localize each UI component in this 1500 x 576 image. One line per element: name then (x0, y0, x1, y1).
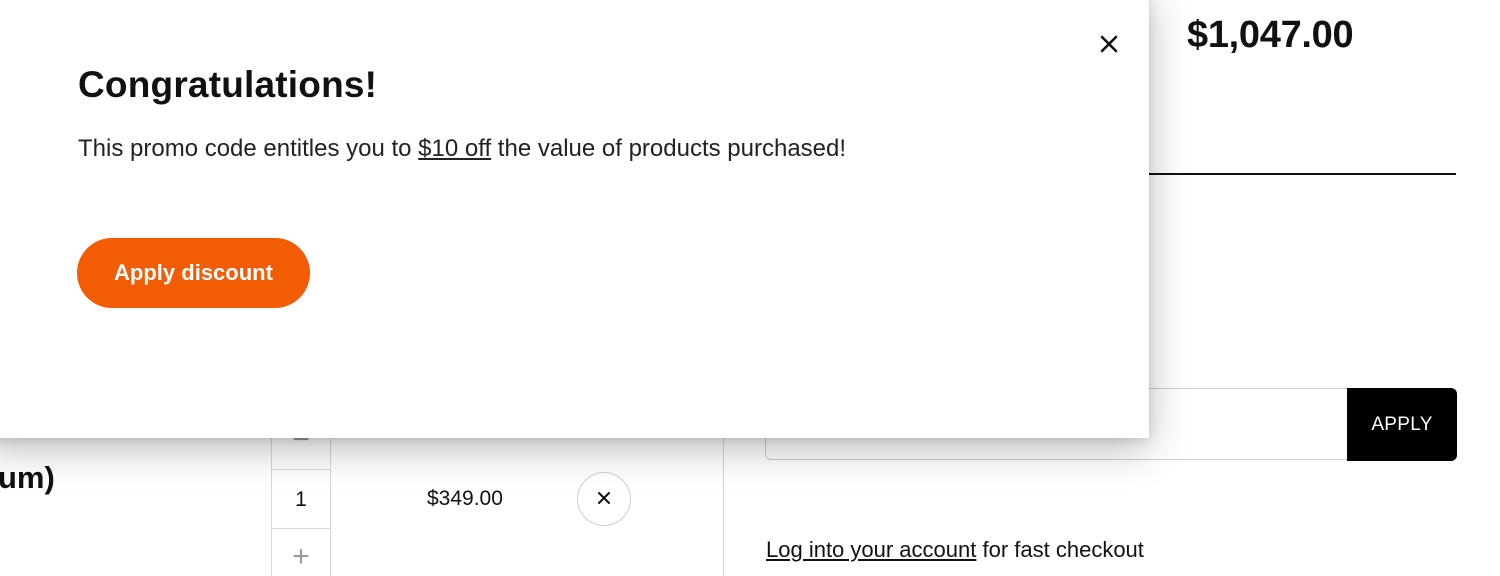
close-icon (1099, 34, 1119, 57)
quantity-value[interactable]: 1 (272, 470, 330, 529)
message-after: the value of products purchased! (491, 135, 847, 162)
cart-page: $1,047.00 APPLY Log into your account fo… (0, 0, 1500, 576)
apply-discount-button[interactable]: Apply discount (77, 238, 310, 308)
login-suffix: for fast checkout (976, 537, 1144, 562)
quantity-increase-button[interactable]: + (272, 529, 330, 576)
remove-item-button[interactable] (577, 472, 631, 526)
login-link[interactable]: Log into your account (766, 537, 976, 562)
total-divider (1148, 173, 1456, 175)
message-before: This promo code entitles you to (78, 135, 419, 162)
modal-title: Congratulations! (78, 64, 378, 105)
product-name: um) (0, 460, 55, 495)
apply-promo-button[interactable]: APPLY (1347, 388, 1457, 461)
item-price: $349.00 (427, 487, 503, 510)
modal-message: This promo code entitles you to $10 off … (78, 135, 846, 163)
close-icon (596, 490, 612, 509)
promo-modal: Congratulations! This promo code entitle… (0, 0, 1149, 438)
login-prompt: Log into your account for fast checkout (766, 537, 1144, 563)
order-total: $1,047.00 (1187, 14, 1354, 56)
modal-close-button[interactable] (1094, 30, 1124, 60)
discount-amount: $10 off (418, 135, 492, 162)
